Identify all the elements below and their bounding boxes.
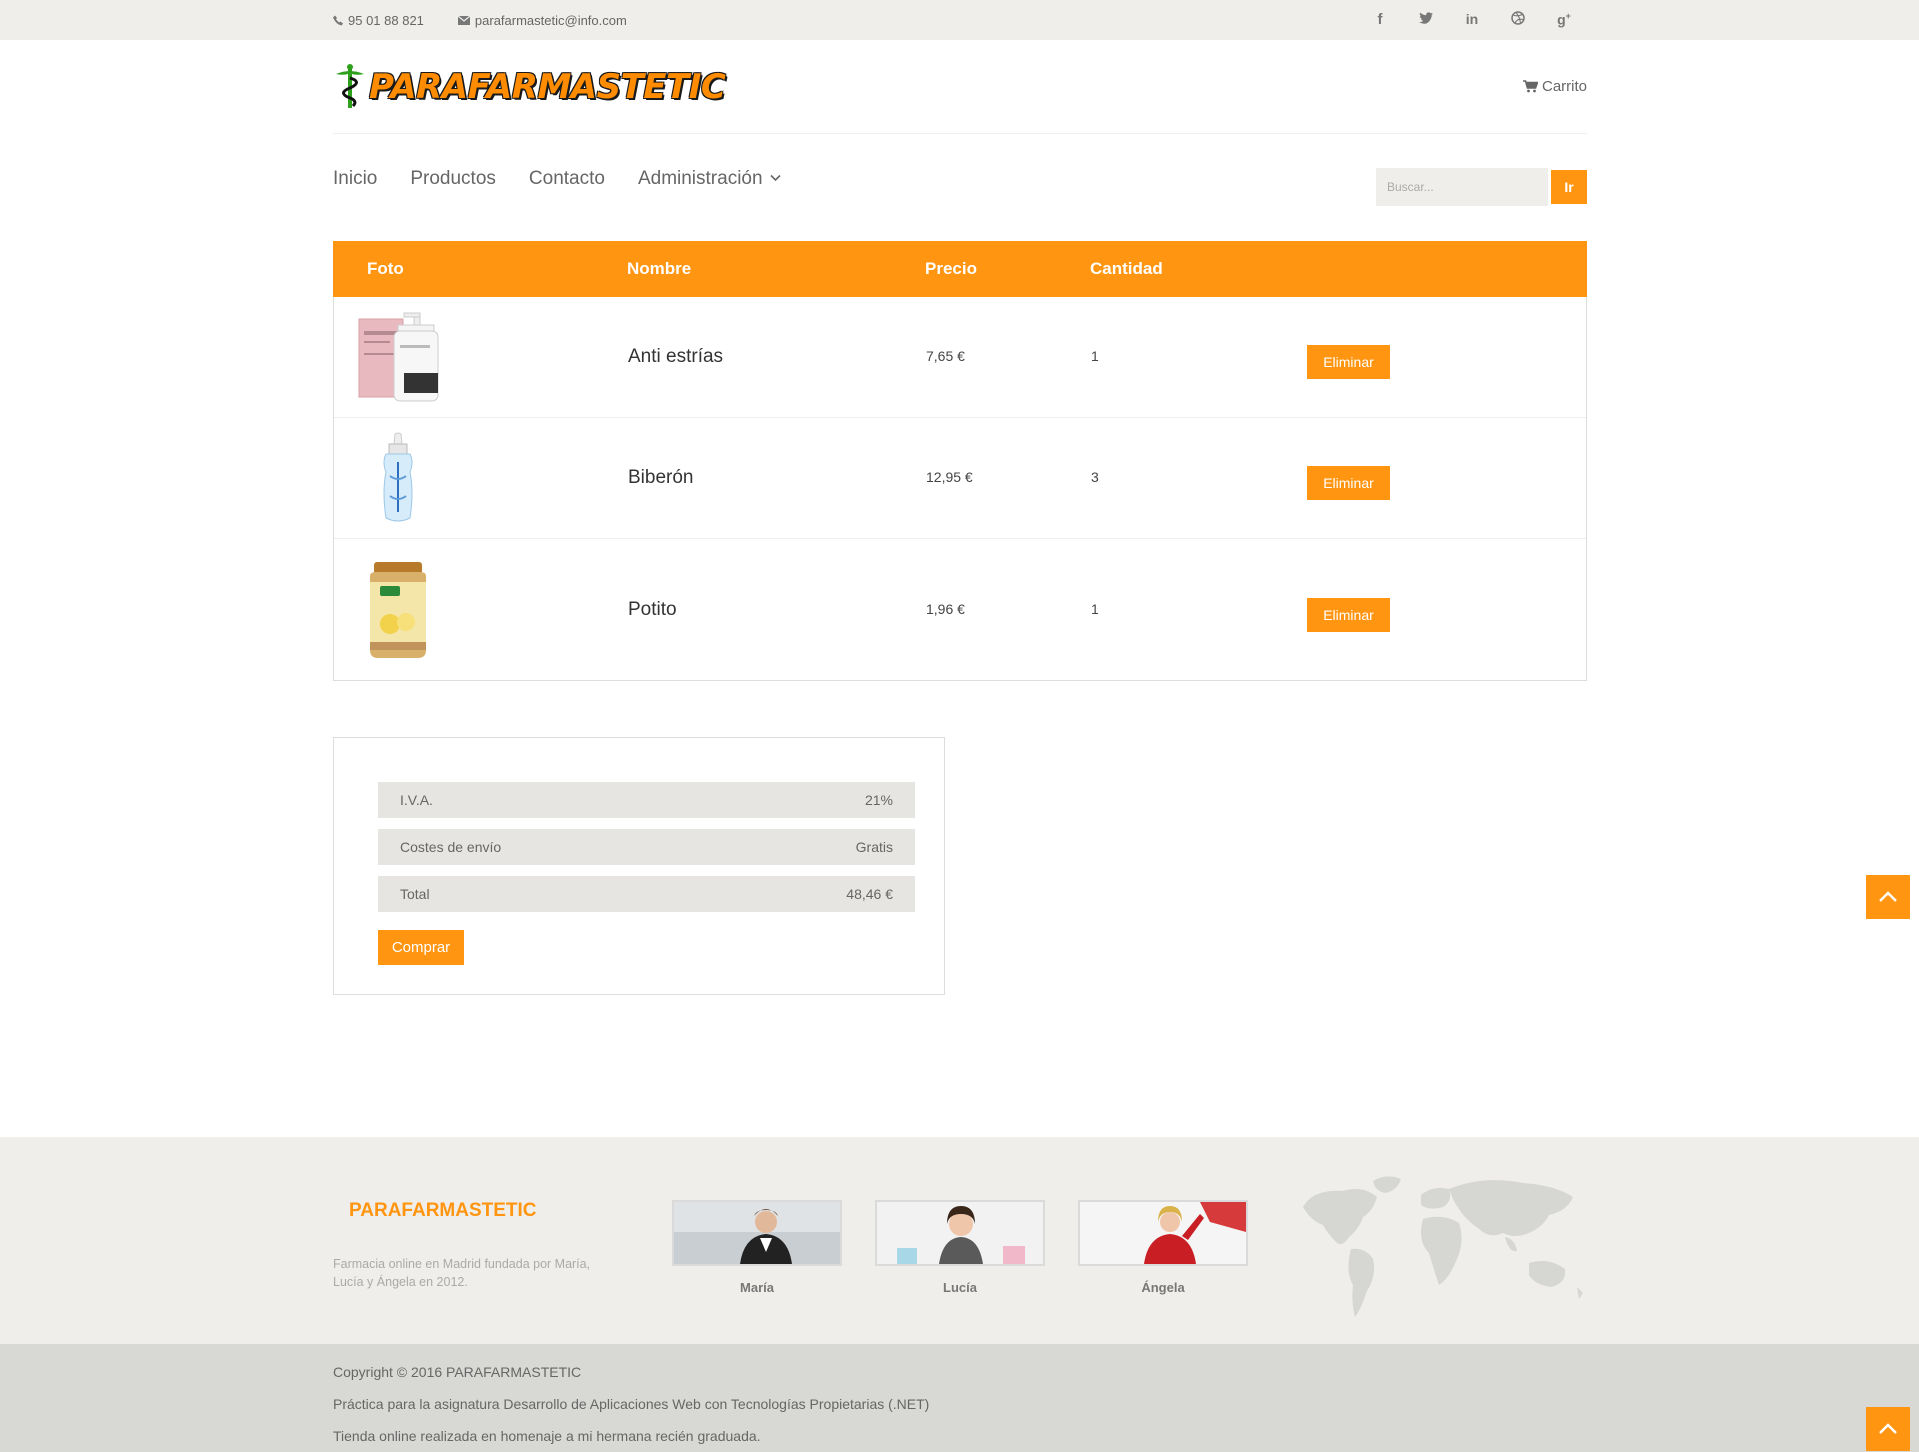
google-plus-icon[interactable]: g+: [1541, 11, 1587, 29]
avatar: [875, 1200, 1045, 1266]
facebook-icon[interactable]: f: [1357, 11, 1403, 29]
header-nombre: Nombre: [627, 259, 692, 278]
remove-item-button[interactable]: Eliminar: [1307, 345, 1390, 379]
shipping-label: Costes de envío: [400, 839, 502, 855]
product-price: 12,95 €: [926, 469, 973, 485]
chevron-up-icon: [1879, 891, 1897, 902]
avatar: [1078, 1200, 1248, 1266]
nav-item-contacto[interactable]: Contacto: [529, 168, 605, 190]
footer-line-3: Tienda online realizada en homenaje a mi…: [333, 1428, 761, 1444]
product-quantity: 1: [1091, 348, 1099, 364]
chevron-up-icon: [1879, 1423, 1897, 1434]
total-value: 48,46 €: [846, 886, 893, 902]
team-member: Lucía: [875, 1200, 1045, 1295]
email-contact: parafarmastetic@info.com: [457, 12, 627, 28]
site-footer: PARAFARMASTETIC Farmacia online en Madri…: [0, 1137, 1919, 1344]
remove-item-button[interactable]: Eliminar: [1307, 466, 1390, 500]
twitter-icon[interactable]: [1403, 11, 1449, 29]
email-address: parafarmastetic@info.com: [474, 12, 627, 28]
cart-link[interactable]: Carrito: [1522, 78, 1587, 95]
nav-menu: Inicio Productos Contacto Administración: [333, 168, 781, 190]
phone-icon: [333, 15, 343, 26]
phone-number: 95 01 88 821: [348, 12, 424, 28]
footer-brand: PARAFARMASTETIC: [349, 1200, 537, 1221]
header-cantidad: Cantidad: [1090, 259, 1163, 278]
team-member: María: [672, 1200, 842, 1295]
site-logo[interactable]: PARAFARMASTETIC: [333, 63, 726, 110]
cart-table-header: Foto Nombre Precio Cantidad: [333, 241, 1587, 297]
search-form: Ir: [1376, 167, 1587, 206]
table-row: Biberón 12,95 € 3 Eliminar: [334, 418, 1586, 539]
nav-item-administracion-label: Administración: [637, 167, 763, 189]
iva-row: I.V.A. 21%: [378, 782, 915, 818]
dribbble-icon[interactable]: [1495, 11, 1541, 29]
product-name: Biberón: [628, 467, 694, 488]
search-button[interactable]: Ir: [1551, 169, 1587, 204]
cart-table: Foto Nombre Precio Cantidad Anti estrías…: [333, 241, 1587, 681]
total-row: Total 48,46 €: [378, 876, 915, 912]
baby-bottle-icon: [356, 428, 440, 528]
baby-food-jar-icon: [356, 560, 440, 660]
remove-item-button[interactable]: Eliminar: [1307, 597, 1390, 632]
linkedin-icon[interactable]: in: [1449, 11, 1495, 29]
header-precio: Precio: [925, 259, 977, 278]
product-name: Anti estrías: [628, 346, 724, 367]
table-row: Potito 1,96 € 1 Eliminar: [334, 539, 1586, 680]
shipping-row: Costes de envío Gratis: [378, 829, 915, 865]
team-member-name: Ángela: [1141, 1280, 1185, 1295]
total-label: Total: [400, 886, 430, 902]
scroll-to-top-button[interactable]: [1866, 875, 1910, 919]
nav-item-administracion[interactable]: Administración: [638, 168, 781, 190]
footer-description: Farmacia online en Madrid fundada por Ma…: [333, 1257, 591, 1289]
footer-bottom: Copyright © 2016 PARAFARMASTETIC Práctic…: [0, 1344, 1919, 1452]
search-input[interactable]: [1376, 167, 1548, 206]
copyright-text: Copyright © 2016 PARAFARMASTETIC: [333, 1364, 582, 1380]
world-map-icon: [1303, 1176, 1583, 1317]
scroll-to-top-button[interactable]: [1866, 1407, 1910, 1451]
chevron-down-icon: [770, 174, 781, 181]
product-price: 7,65 €: [926, 348, 965, 364]
social-links: f in g+: [1357, 11, 1587, 29]
cart-label: Carrito: [1541, 78, 1587, 95]
product-quantity: 3: [1091, 469, 1099, 485]
top-bar: 95 01 88 821 parafarmastetic@info.com f …: [0, 0, 1919, 40]
caduceus-icon: [336, 63, 364, 108]
cream-bottle-icon: [356, 307, 440, 407]
team-member-name: María: [740, 1280, 774, 1295]
site-header: PARAFARMASTETIC Carrito: [0, 40, 1919, 134]
logo-text: PARAFARMASTETIC: [369, 66, 726, 107]
iva-value: 21%: [864, 792, 893, 808]
product-name: Potito: [628, 598, 677, 620]
shopping-cart-icon: [1522, 80, 1538, 93]
phone-contact: 95 01 88 821: [333, 13, 424, 28]
team-member-name: Lucía: [943, 1280, 977, 1295]
order-summary: I.V.A. 21% Costes de envío Gratis Total …: [333, 737, 945, 995]
table-row: Anti estrías 7,65 € 1 Eliminar: [334, 297, 1586, 418]
product-quantity: 1: [1091, 600, 1099, 617]
footer-line-2: Práctica para la asignatura Desarrollo d…: [333, 1396, 930, 1412]
buy-button[interactable]: Comprar: [378, 930, 464, 965]
header-foto: Foto: [367, 259, 404, 278]
main-nav: Inicio Productos Contacto Administración…: [0, 134, 1919, 241]
iva-label: I.V.A.: [400, 792, 433, 808]
shipping-value: Gratis: [855, 839, 893, 855]
team-member: Ángela: [1078, 1200, 1248, 1295]
product-price: 1,96 €: [926, 600, 965, 617]
avatar: [672, 1200, 842, 1266]
envelope-icon: [457, 15, 470, 25]
nav-item-productos[interactable]: Productos: [410, 168, 496, 190]
nav-item-inicio[interactable]: Inicio: [333, 168, 377, 190]
